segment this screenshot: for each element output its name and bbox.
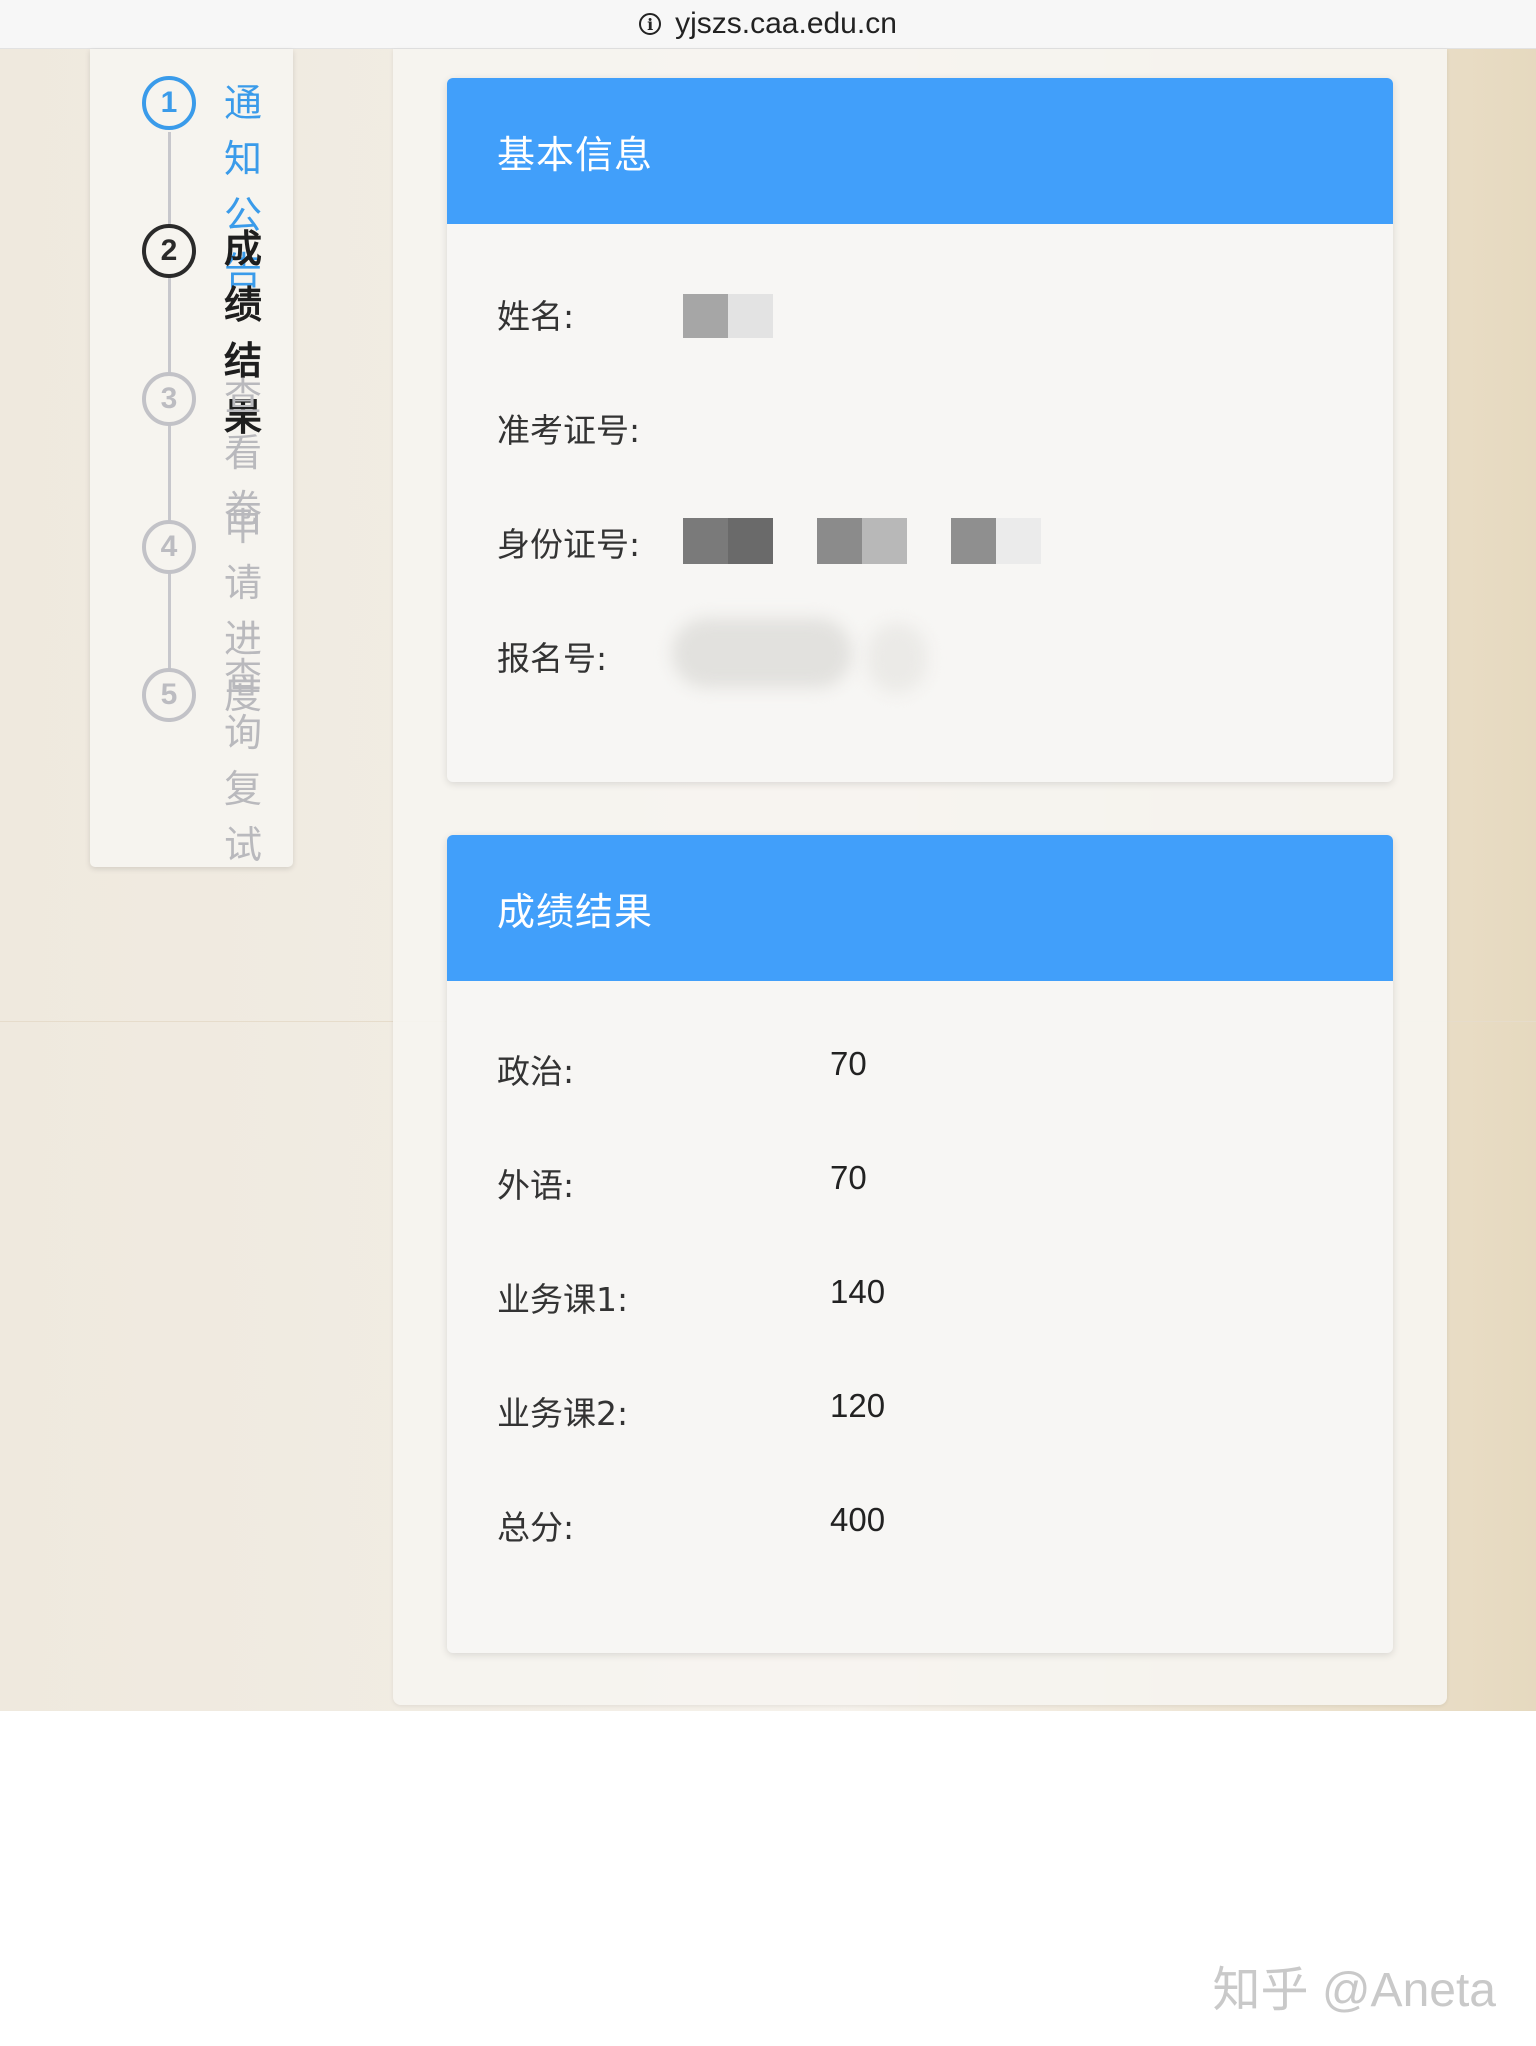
basic-info-card: 基本信息 姓名: 准考证号: 身份证号: 报名号: <box>447 78 1393 782</box>
score-label-foreign-language: 外语: <box>497 1166 575 1205</box>
reg-no-label: 报名号: <box>497 639 608 678</box>
step-2-circle[interactable]: 2 <box>142 224 196 278</box>
step-5-circle[interactable]: 5 <box>142 668 196 722</box>
browser-url-bar[interactable]: i yjszs.caa.edu.cn <box>0 0 1536 49</box>
reg-no-redacted-2 <box>867 623 927 693</box>
score-value-course-1: 140 <box>830 1273 886 1310</box>
step-4-circle[interactable]: 4 <box>142 520 196 574</box>
exam-no-label: 准考证号: <box>497 411 641 450</box>
name-redacted <box>683 294 773 338</box>
name-label: 姓名: <box>497 297 575 336</box>
reg-no-redacted <box>672 618 852 688</box>
progress-sidebar: 1 通知公告 2 成绩结果 3 查看卷 4 申请进度 5 查询复试成绩 <box>90 49 293 867</box>
id-no-redacted <box>683 518 1043 564</box>
score-value-course-2: 120 <box>830 1387 886 1424</box>
watermark: 知乎 @Aneta <box>1212 1964 1496 2017</box>
score-label-politics: 政治: <box>497 1052 575 1091</box>
score-card: 成绩结果 政治: 70 外语: 70 业务课1: 140 业务课2: 120 总… <box>447 835 1393 1653</box>
step-connector <box>168 132 171 722</box>
step-5-label[interactable]: 查询复试成绩 <box>224 649 264 867</box>
score-value-politics: 70 <box>830 1045 867 1082</box>
score-label-total: 总分: <box>497 1508 575 1547</box>
step-1-circle[interactable]: 1 <box>142 76 196 130</box>
url-text: yjszs.caa.edu.cn <box>675 7 897 40</box>
score-header: 成绩结果 <box>447 835 1393 981</box>
score-value-foreign-language: 70 <box>830 1159 867 1196</box>
score-value-total: 400 <box>830 1501 886 1538</box>
id-no-label: 身份证号: <box>497 525 641 564</box>
info-icon[interactable]: i <box>639 13 662 35</box>
score-label-course-2: 业务课2: <box>497 1394 629 1433</box>
basic-info-header: 基本信息 <box>447 78 1393 224</box>
score-label-course-1: 业务课1: <box>497 1280 629 1319</box>
step-3-circle[interactable]: 3 <box>142 372 196 426</box>
